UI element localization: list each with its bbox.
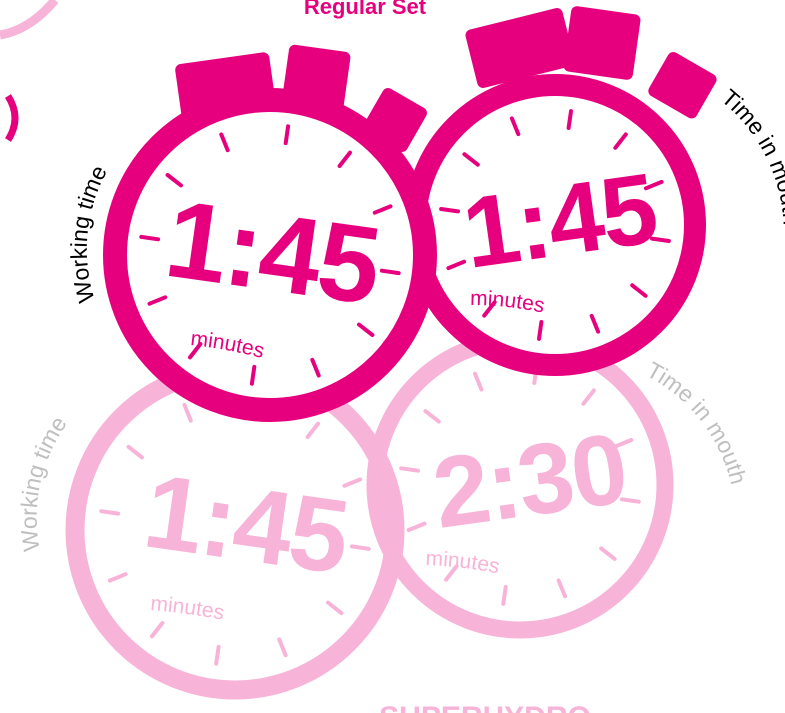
tick-mark	[126, 444, 144, 460]
infographic-canvas: Regular Set SUPERHYDRO 2:30 minutes 1:45…	[0, 0, 785, 713]
tick-mark	[501, 585, 508, 606]
timer-unit: minutes	[150, 592, 227, 625]
tick-mark	[139, 234, 161, 242]
tick-mark	[439, 207, 460, 214]
decorative-ring-arc	[0, 0, 59, 40]
tick-mark	[399, 466, 420, 473]
tick-mark	[349, 544, 371, 551]
tick-mark	[305, 421, 321, 439]
tick-mark	[107, 572, 128, 583]
timer-value: 2:30	[427, 412, 633, 550]
tick-mark	[99, 509, 121, 516]
tick-mark	[149, 621, 165, 639]
decorative-ring-arc-lower	[4, 94, 19, 142]
tick-mark	[423, 409, 441, 424]
stopwatch-regular-mouth: 1:45 minutes	[404, 6, 717, 376]
tick-mark	[249, 364, 257, 386]
tick-mark	[214, 644, 221, 666]
regular-set-heading: Regular Set	[304, 0, 427, 19]
tick-mark	[182, 402, 193, 423]
stopwatch-regular-working: 1:45 minutes	[103, 44, 437, 422]
tick-mark	[566, 109, 573, 130]
timer-unit: minutes	[425, 547, 502, 579]
timer-value: 1:45	[138, 453, 354, 597]
tick-mark	[556, 578, 567, 599]
tick-mark	[379, 268, 401, 276]
stopwatch-infographic: Regular Set SUPERHYDRO 2:30 minutes 1:45…	[0, 0, 785, 713]
tick-mark	[473, 371, 484, 392]
stopwatch-superhydro-mouth: 2:30 minutes	[366, 331, 674, 639]
tick-mark	[406, 521, 427, 532]
regular-mouth-caption: Time in mouth	[717, 84, 785, 226]
tick-mark	[283, 124, 291, 146]
tick-mark	[277, 637, 288, 658]
superhydro-heading: SUPERHYDRO	[379, 701, 591, 713]
tick-mark	[537, 320, 544, 341]
superhydro-working-caption: Working time	[16, 411, 72, 553]
tick-mark	[581, 388, 596, 406]
tick-mark	[326, 600, 344, 616]
tick-mark	[599, 546, 617, 561]
